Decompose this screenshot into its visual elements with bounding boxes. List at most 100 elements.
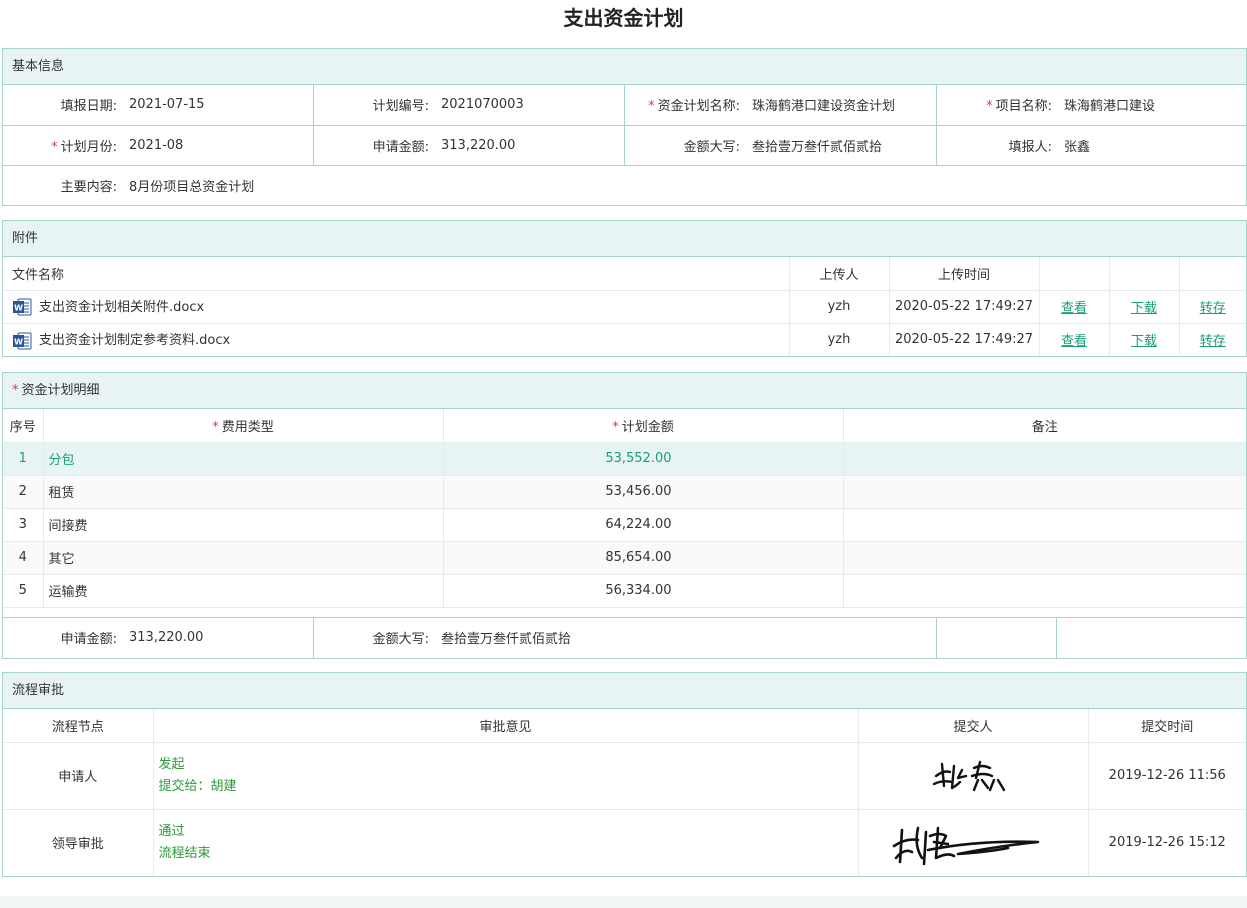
file-name-cell: W 支出资金计划制定参考资料.docx [3, 323, 789, 356]
view-link[interactable]: 查看 [1061, 334, 1087, 349]
table-row[interactable]: 2 租赁 53,456.00 [3, 475, 1246, 509]
row-note [842, 574, 1246, 608]
sum-cn-value: 叁拾壹万叁仟贰佰贰拾 [435, 617, 937, 658]
amount-value: 313,220.00 [435, 125, 625, 166]
col-amount: * 计划金额 [442, 409, 843, 443]
attachments-table: 文件名称 上传人 上传时间 W 支出资金计划相关附件.docx yzh 2020… [3, 257, 1246, 356]
row-amount: 53,552.00 [442, 442, 843, 476]
row-no: 1 [3, 442, 43, 476]
row-type: 间接费 [42, 508, 443, 542]
table-row[interactable]: 3 间接费 64,224.00 [3, 508, 1246, 542]
project-label: * 项目名称: [936, 85, 1058, 126]
content-label: 主要内容: [60, 179, 117, 195]
word-document-icon: W [13, 298, 32, 316]
row-no: 4 [3, 541, 43, 575]
amount-cn-value: 叁拾壹万叁仟贰佰贰拾 [746, 125, 937, 166]
sum-cn-label: 金额大写: [372, 632, 429, 647]
fill-date-value: 2021-07-15 [123, 85, 314, 126]
file-upload-time: 2020-05-22 17:49:27 [888, 290, 1039, 324]
attachments-heading: 附件 [3, 221, 1246, 257]
bottom-strip [0, 896, 1247, 908]
spacer [3, 607, 1246, 618]
sum-amount-label: 申请金额: [60, 632, 117, 647]
required-mark: * [212, 419, 219, 435]
submitter-cell [857, 742, 1088, 810]
row-amount: 53,456.00 [442, 475, 843, 509]
required-mark: * [612, 419, 619, 435]
flow-opinion: 发起 提交给：胡建 [152, 742, 858, 810]
col-opinion: 审批意见 [152, 709, 858, 743]
sum-empty [1056, 618, 1246, 658]
col-submit-time: 提交时间 [1087, 709, 1246, 743]
download-link[interactable]: 下载 [1131, 334, 1157, 349]
col-type: * 费用类型 [42, 409, 443, 443]
file-name: 支出资金计划相关附件.docx [39, 299, 205, 315]
flow-heading: 流程审批 [3, 673, 1246, 709]
table-row[interactable]: 1 分包 53,552.00 [3, 442, 1246, 476]
col-note: 备注 [842, 409, 1246, 443]
content-value: 8月份项目总资金计划 [129, 179, 255, 195]
opinion-line: 提交给：胡建 [158, 778, 237, 794]
row-type: 运输费 [42, 574, 443, 608]
col-no: 序号 [3, 409, 43, 443]
file-uploader: yzh [788, 323, 889, 356]
flow-time: 2019-12-26 11:56 [1087, 742, 1246, 810]
basic-info-panel: 基本信息 填报日期: 2021-07-15 计划编号: 2021070003 *… [2, 48, 1247, 206]
view-link[interactable]: 查看 [1061, 301, 1087, 316]
table-row[interactable]: 4 其它 85,654.00 [3, 541, 1246, 575]
row-note [842, 475, 1246, 509]
month-label: * 计划月份: [3, 125, 123, 166]
filler-value: 张鑫 [1058, 125, 1246, 166]
attachment-row: W 支出资金计划制定参考资料.docx yzh 2020-05-22 17:49… [3, 323, 1246, 356]
plan-no-label: 计划编号: [313, 85, 435, 126]
row-amount: 64,224.00 [442, 508, 843, 542]
fill-date-label: 填报日期: [3, 85, 123, 126]
row-no: 3 [3, 508, 43, 542]
file-upload-time: 2020-05-22 17:49:27 [888, 323, 1039, 356]
col-empty [1178, 257, 1246, 291]
col-upload-time: 上传时间 [888, 257, 1039, 291]
required-mark: * [648, 99, 655, 115]
row-no: 5 [3, 574, 43, 608]
detail-heading: * 资金计划明细 [3, 373, 1246, 409]
required-mark: * [12, 383, 19, 398]
basic-info-table: 填报日期: 2021-07-15 计划编号: 2021070003 * 资金计划名… [3, 85, 1246, 205]
file-name-cell: W 支出资金计划相关附件.docx [3, 290, 789, 324]
sum-empty [936, 617, 1057, 658]
flow-panel: 流程审批 流程节点 审批意见 提交人 提交时间 申请人 发起 提交给：胡建 20… [2, 672, 1247, 877]
svg-text:W: W [14, 304, 23, 313]
page-title: 支出资金计划 [563, 6, 684, 30]
row-amount: 85,654.00 [442, 541, 843, 575]
transfer-link[interactable]: 转存 [1200, 334, 1226, 349]
file-name: 支出资金计划制定参考资料.docx [39, 333, 231, 348]
row-note [842, 442, 1246, 476]
word-document-icon: W [13, 332, 32, 349]
plan-no-value: 2021070003 [435, 85, 625, 126]
month-value: 2021-08 [123, 125, 314, 166]
col-file-name: 文件名称 [3, 257, 789, 291]
opinion-line: 流程结束 [158, 845, 211, 861]
col-empty [1108, 257, 1179, 291]
download-link[interactable]: 下载 [1131, 301, 1157, 316]
row-type: 分包 [42, 442, 443, 476]
plan-name-label: * 资金计划名称: [624, 85, 746, 126]
col-node: 流程节点 [3, 709, 153, 743]
attachments-panel: 附件 文件名称 上传人 上传时间 W 支出资金计划相关附件.docx yzh 2… [2, 220, 1247, 357]
col-submitter: 提交人 [857, 709, 1088, 743]
opinion-line: 发起 [158, 756, 185, 772]
table-row[interactable]: 5 运输费 56,334.00 [3, 574, 1246, 608]
row-type: 租赁 [42, 475, 443, 509]
flow-time: 2019-12-26 15:12 [1087, 809, 1246, 876]
col-empty [1038, 257, 1109, 291]
detail-panel: * 资金计划明细 序号 * 费用类型 * 计划金额 备注 1 分包 53,552.00… [2, 372, 1247, 659]
signature-image [932, 760, 1006, 791]
signature-image [892, 826, 1040, 866]
transfer-link[interactable]: 转存 [1200, 301, 1226, 316]
detail-summary-table: 申请金额: 313,220.00 金额大写: 叁拾壹万叁仟贰佰贰拾 [3, 617, 1246, 658]
sum-amount-value: 313,220.00 [123, 617, 314, 658]
flow-node: 领导审批 [51, 837, 104, 853]
file-uploader: yzh [788, 290, 889, 324]
required-mark: * [51, 139, 58, 155]
flow-table: 流程节点 审批意见 提交人 提交时间 申请人 发起 提交给：胡建 2019-12… [3, 709, 1246, 876]
flow-row: 申请人 发起 提交给：胡建 2019-12-26 11:56 [3, 742, 1246, 810]
